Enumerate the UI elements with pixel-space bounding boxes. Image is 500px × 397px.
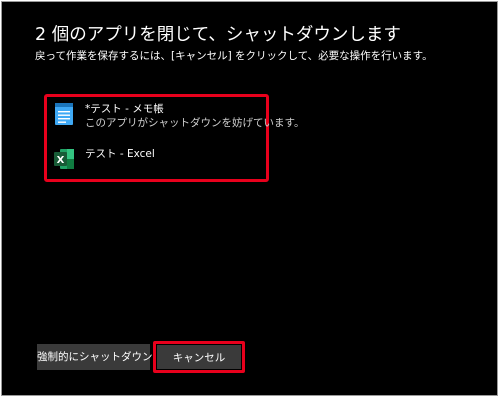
cancel-button-highlight: キャンセル [153, 341, 245, 373]
app-item-excel: X テスト - Excel [53, 147, 155, 171]
dialog-title: 2 個のアプリを閉じて、シャットダウンします [35, 25, 401, 45]
notepad-icon [53, 102, 75, 126]
app-name: テスト - Excel [85, 148, 155, 160]
blocking-app-list: *テスト - メモ帳 このアプリがシャットダウンを妨げています。 X テスト -… [44, 94, 304, 182]
shutdown-screen: 2 個のアプリを閉じて、シャットダウンします 戻って作業を保存するには、[キャン… [1, 1, 498, 396]
app-item-notepad: *テスト - メモ帳 このアプリがシャットダウンを妨げています。 [53, 102, 304, 130]
app-name: *テスト - メモ帳 [85, 103, 164, 115]
svg-text:X: X [57, 155, 65, 166]
app-status: このアプリがシャットダウンを妨げています。 [85, 117, 305, 129]
force-shutdown-button[interactable]: 強制的にシャットダウン [37, 344, 153, 370]
dialog-subtitle: 戻って作業を保存するには、[キャンセル] をクリックして、必要な操作を行います。 [35, 50, 433, 62]
excel-icon: X [53, 147, 75, 171]
cancel-button[interactable]: キャンセル [157, 345, 241, 369]
